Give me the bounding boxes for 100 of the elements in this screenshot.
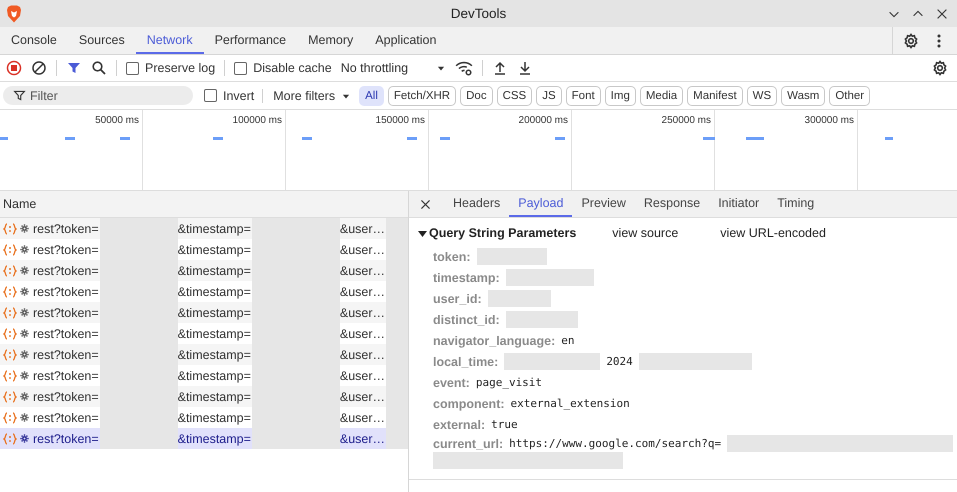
request-row[interactable]: rest?token= &timestamp= &user… (0, 344, 408, 365)
type-filter-chip[interactable]: Doc (460, 86, 493, 106)
request-name-text: rest?token= (33, 264, 100, 278)
type-filter-chip[interactable]: JS (536, 86, 562, 106)
request-name-text: &user… (340, 432, 386, 446)
request-name-text: &timestamp= (178, 368, 252, 382)
window-title: DevTools (450, 6, 506, 21)
request-name-text: rest?token= (33, 326, 100, 340)
filter-icon[interactable] (66, 60, 82, 76)
type-filter-chip[interactable]: All (359, 86, 384, 106)
type-filter-chip[interactable]: WS (746, 86, 778, 106)
request-name-text: &timestamp= (178, 222, 252, 236)
request-name-text: rest?token= (33, 348, 100, 362)
panel-tab[interactable]: Sources (68, 27, 136, 54)
request-name-text: &user… (340, 348, 386, 362)
request-row[interactable]: rest?token= &timestamp= &user… (0, 218, 408, 239)
close-button[interactable] (935, 6, 949, 20)
xhr-icon (3, 222, 17, 234)
parameter-key: local_time: (433, 354, 498, 368)
network-conditions-icon[interactable] (455, 59, 474, 77)
type-filter-chip[interactable]: Manifest (687, 86, 743, 106)
parameter-value: true (491, 418, 518, 431)
time-tick-label: 200000 ms (518, 115, 568, 126)
parameter-key: component: (433, 396, 505, 410)
type-filter-chip[interactable]: Font (566, 86, 601, 106)
request-row[interactable]: rest?token= &timestamp= &user… (0, 239, 408, 260)
name-column-header[interactable]: Name (0, 191, 408, 218)
clear-icon[interactable] (31, 60, 47, 76)
request-row[interactable]: rest?token= &timestamp= &user… (0, 386, 408, 407)
type-filter-chip[interactable]: Wasm (781, 86, 826, 106)
view-toggle-link[interactable]: view source (612, 226, 678, 240)
detail-tab[interactable]: Response (634, 191, 710, 217)
xhr-icon (3, 390, 17, 402)
request-name-text: &timestamp= (178, 264, 252, 278)
request-row[interactable]: rest?token= &timestamp= &user… (0, 365, 408, 386)
collapse-triangle-icon[interactable] (418, 228, 427, 238)
request-name-text: &user… (340, 306, 386, 320)
network-settings-icon[interactable] (932, 60, 948, 76)
xhr-icon (3, 328, 17, 340)
detail-tab[interactable]: Initiator (709, 191, 768, 217)
checkbox[interactable] (126, 62, 139, 74)
gear-icon (19, 307, 30, 318)
request-name-text: rest?token= (33, 410, 100, 424)
checkbox[interactable] (234, 62, 248, 74)
request-name-text: &timestamp= (178, 432, 252, 446)
time-tick-label: 100000 ms (232, 115, 282, 126)
request-name-text: rest?token= (33, 306, 100, 320)
time-tick-label: 300000 ms (804, 115, 854, 126)
panel-tab[interactable]: Application (364, 27, 448, 54)
request-row[interactable]: rest?token= &timestamp= &user… (0, 323, 408, 344)
request-name-text: &timestamp= (178, 348, 252, 362)
request-name-text: &user… (340, 390, 386, 404)
xhr-icon (3, 412, 17, 424)
parameter-key: token: (433, 250, 470, 264)
type-filter-chip[interactable]: Media (640, 86, 684, 106)
xhr-icon (3, 348, 17, 360)
gear-icon (19, 433, 30, 444)
gear-icon (19, 328, 30, 339)
redaction-bar (386, 218, 408, 239)
type-filter-chip[interactable]: Img (604, 86, 636, 106)
detail-tab[interactable]: Preview (572, 191, 635, 217)
panel-tab[interactable]: Performance (204, 27, 298, 54)
checkbox[interactable] (204, 89, 217, 102)
record-stop-icon[interactable] (6, 60, 22, 76)
panel-tab[interactable]: Memory (297, 27, 364, 54)
settings-icon[interactable] (903, 32, 919, 48)
xhr-icon (3, 244, 17, 256)
request-name-text: &timestamp= (178, 410, 252, 424)
type-filter-chip[interactable]: CSS (496, 86, 532, 106)
panel-tab[interactable]: Network (136, 27, 204, 54)
time-tick-label: 250000 ms (662, 115, 711, 126)
lion-logo-icon (6, 4, 22, 22)
xhr-icon (3, 432, 17, 444)
type-filter-chip[interactable]: Other (829, 86, 870, 106)
detail-tab[interactable]: Payload (509, 191, 572, 217)
request-row[interactable]: rest?token= &timestamp= &user… (0, 302, 408, 323)
request-row[interactable]: rest?token= &timestamp= &user… (0, 428, 408, 449)
detail-tab[interactable]: Timing (768, 191, 824, 217)
request-name-text: rest?token= (33, 222, 100, 236)
disable-cache-label: Disable cache (253, 61, 332, 75)
search-icon[interactable] (91, 60, 107, 76)
type-filter-chip[interactable]: Fetch/XHR (388, 86, 456, 106)
request-name-text: rest?token= (33, 284, 100, 298)
request-row[interactable]: rest?token= &timestamp= &user… (0, 260, 408, 281)
request-name-text: rest?token= (33, 368, 100, 382)
time-tick-label: 50000 ms (95, 115, 139, 126)
view-toggle-link[interactable]: view URL-encoded (720, 226, 826, 240)
throttling-dropdown[interactable]: No throttling (340, 61, 446, 75)
request-row[interactable]: rest?token= &timestamp= &user… (0, 281, 408, 302)
request-name-text: &timestamp= (178, 390, 252, 404)
filter-field[interactable]: Filter (3, 86, 193, 105)
gear-icon (19, 349, 30, 360)
filter-icon (13, 89, 26, 102)
more-filters-dropdown[interactable]: More filters (262, 88, 356, 102)
parameter-key: current_url: (433, 436, 504, 450)
detail-tab[interactable]: Headers (444, 191, 510, 217)
request-name-text: &user… (340, 222, 386, 236)
request-row[interactable]: rest?token= &timestamp= &user… (0, 407, 408, 428)
panel-tab[interactable]: Console (0, 27, 68, 54)
gear-icon (19, 286, 30, 297)
